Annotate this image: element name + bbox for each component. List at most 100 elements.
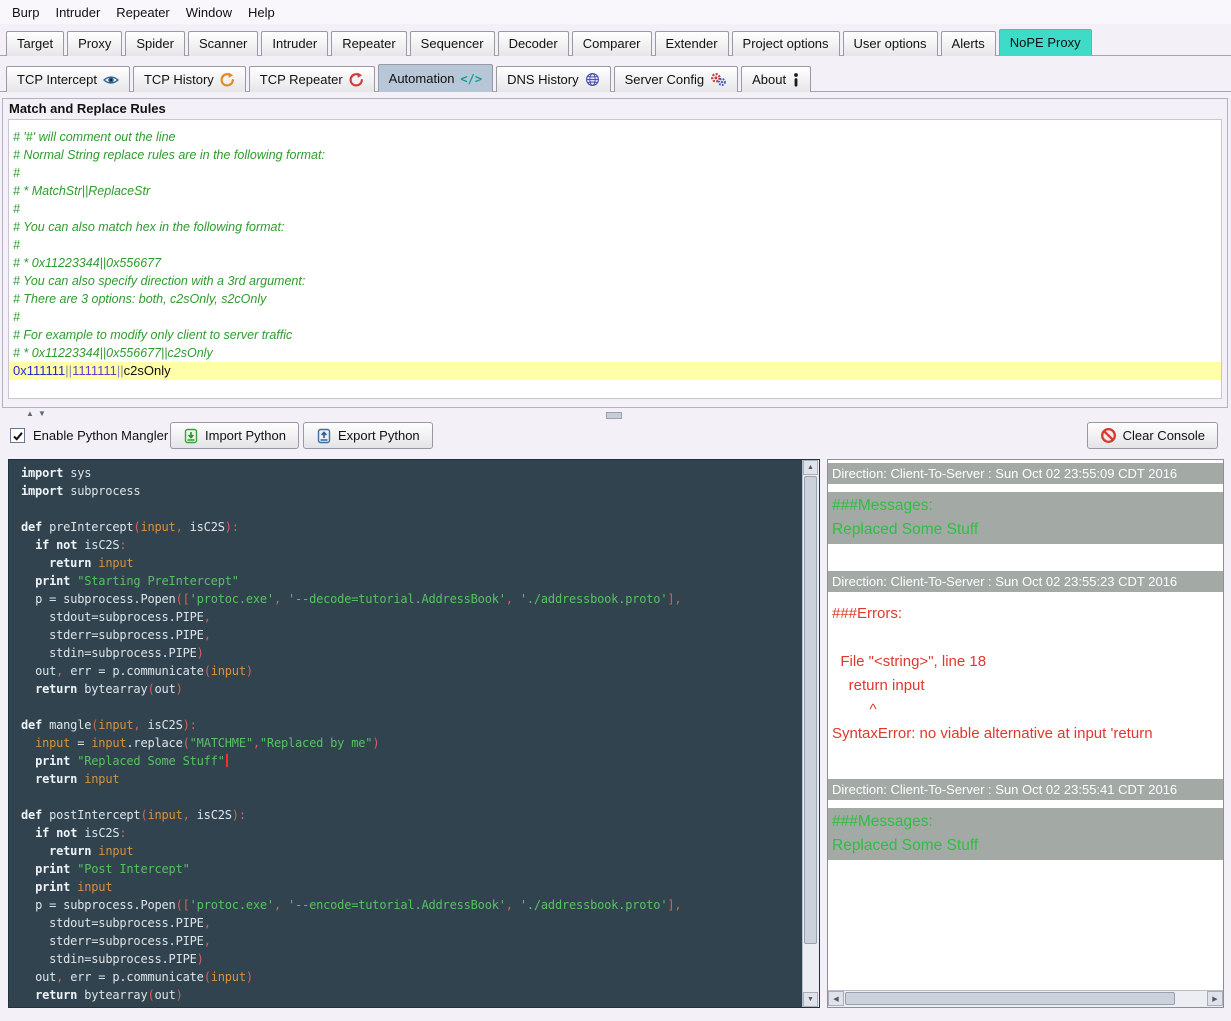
console-message-line: ###Messages:	[832, 497, 933, 514]
menu-item-burp[interactable]: Burp	[4, 3, 47, 22]
splitter-collapse-up-icon[interactable]: ▲	[26, 409, 34, 419]
code-line: def postIntercept(input, isC2S):	[21, 808, 246, 822]
rules-editor[interactable]: # '#' will comment out the line # Normal …	[8, 119, 1222, 399]
console-entries: Direction: Client-To-Server : Sun Oct 02…	[828, 463, 1223, 860]
rule-token: 1111111	[72, 363, 117, 378]
code-line: return input	[35, 772, 120, 786]
subtab-automation[interactable]: Automation </>	[377, 64, 494, 92]
tab-intruder[interactable]: Intruder	[261, 31, 329, 56]
rule-comment-line: # * 0x11223344||0x556677	[13, 256, 162, 270]
subtab-dns-history[interactable]: DNS History	[496, 66, 611, 92]
code-line: import sys	[21, 466, 92, 480]
subtab-label: Server Config	[624, 71, 705, 87]
console-error-line: ###Errors:	[832, 605, 903, 622]
burp-window: Burp Intruder Repeater Window Help Target Pro…	[0, 0, 1231, 1021]
code-line: input = input.replace("MATCHME","Replace…	[35, 736, 380, 750]
subtab-tcp-repeater[interactable]: TCP Repeater	[248, 66, 375, 92]
import-icon	[183, 428, 199, 444]
rule-comment-line: #	[13, 310, 20, 324]
subtab-server-config[interactable]: Server Config	[613, 66, 739, 92]
tab-comparer[interactable]: Comparer	[571, 31, 652, 56]
subtab-label: TCP Repeater	[259, 71, 343, 87]
rule-comment-line: # '#' will comment out the line	[13, 130, 176, 144]
scroll-right-arrow-icon[interactable]: ▶	[1207, 991, 1223, 1006]
import-python-label: Import Python	[205, 428, 286, 443]
enable-python-mangler-checkbox[interactable]	[10, 428, 25, 443]
code-line: import subprocess	[21, 484, 141, 498]
scroll-left-arrow-icon[interactable]: ◀	[828, 991, 844, 1006]
rule-comment-line: # Normal String replace rules are in the…	[13, 148, 325, 162]
splitter-handle[interactable]	[606, 412, 622, 419]
splitter-collapse-down-icon[interactable]: ▼	[38, 409, 46, 419]
code-line: print input	[35, 880, 113, 894]
code-line: def preIntercept(input, isC2S):	[21, 520, 239, 534]
subtab-tcp-history[interactable]: TCP History	[132, 66, 246, 92]
tab-alerts[interactable]: Alerts	[940, 31, 996, 56]
code-lines: import sys import subprocess def preInterc…	[9, 464, 802, 1007]
console-error-block: ###Errors: File "<string>", line 18 retu…	[828, 596, 1223, 752]
export-python-button[interactable]: Export Python	[303, 422, 433, 449]
tab-proxy[interactable]: Proxy	[67, 31, 123, 56]
code-line: stdin=subprocess.PIPE)	[49, 646, 204, 660]
console-direction-header: Direction: Client-To-Server : Sun Oct 02…	[828, 571, 1223, 592]
python-code-editor[interactable]: import sys import subprocess def preInterc…	[8, 459, 820, 1008]
subtab-label: TCP Intercept	[17, 71, 97, 87]
console-horizontal-scrollbar[interactable]: ◀ ▶	[828, 990, 1223, 1007]
code-line: stdin=subprocess.PIPE)	[49, 952, 204, 966]
console-error-line: ^	[832, 701, 877, 718]
scroll-down-arrow-icon[interactable]: ▼	[803, 992, 818, 1007]
rule-comment-line: # You can also match hex in the followin…	[13, 220, 285, 234]
eye-icon	[102, 73, 119, 87]
menu-item-repeater[interactable]: Repeater	[108, 3, 177, 22]
menu-bar: Burp Intruder Repeater Window Help	[0, 0, 1231, 24]
tab-extender[interactable]: Extender	[654, 31, 729, 56]
clear-console-icon	[1100, 427, 1117, 444]
code-line: return bytearray(out)	[35, 682, 183, 696]
console-message-line: Replaced Some Stuff	[832, 837, 979, 854]
clear-console-button[interactable]: Clear Console	[1086, 422, 1218, 449]
subtab-label: About	[752, 71, 787, 87]
code-line: out, err = p.communicate(input)	[35, 970, 253, 984]
rule-comment-line: #	[13, 238, 20, 252]
console-error-line: File "<string>", line 18	[832, 653, 987, 670]
info-icon	[792, 72, 800, 87]
menu-item-intruder[interactable]: Intruder	[47, 3, 108, 22]
tab-nope-proxy[interactable]: NoPE Proxy	[998, 29, 1092, 56]
subtab-about[interactable]: About	[741, 66, 812, 92]
import-python-button[interactable]: Import Python	[170, 422, 299, 449]
menu-item-window[interactable]: Window	[178, 3, 240, 22]
scroll-up-arrow-icon[interactable]: ▲	[803, 460, 818, 475]
tab-project-options[interactable]: Project options	[731, 31, 840, 56]
match-replace-title: Match and Replace Rules	[9, 101, 166, 116]
rule-comment-line: #	[13, 166, 20, 180]
code-line: if not isC2S:	[35, 826, 127, 840]
tab-user-options[interactable]: User options	[842, 31, 938, 56]
tab-sequencer[interactable]: Sequencer	[409, 31, 495, 56]
mangler-toolbar: Enable Python Mangler Import Python Expo…	[0, 420, 1231, 454]
tab-target[interactable]: Target	[6, 31, 65, 56]
console-scrollbar-thumb[interactable]	[845, 992, 1175, 1005]
console-direction-header: Direction: Client-To-Server : Sun Oct 02…	[828, 779, 1223, 800]
code-line: def mangle(input, isC2S):	[21, 718, 197, 732]
menu-item-help[interactable]: Help	[240, 3, 283, 22]
tab-scanner[interactable]: Scanner	[187, 31, 259, 56]
subtab-tcp-intercept[interactable]: TCP Intercept	[6, 66, 130, 92]
code-line: out, err = p.communicate(input)	[35, 664, 253, 678]
tab-decoder[interactable]: Decoder	[497, 31, 569, 56]
console-direction-header: Direction: Client-To-Server : Sun Oct 02…	[828, 463, 1223, 484]
rule-comment-line: # * 0x11223344||0x556677||c2sOnly	[13, 346, 213, 360]
editor-vertical-scrollbar[interactable]: ▲ ▼	[802, 460, 819, 1007]
editor-scrollbar-thumb[interactable]	[804, 476, 817, 944]
globe-icon	[585, 72, 600, 87]
rule-token: c2sOnly	[123, 363, 171, 378]
tab-repeater[interactable]: Repeater	[331, 31, 407, 56]
code-line: if not isC2S:	[35, 538, 127, 552]
recycle-red-icon	[349, 72, 364, 87]
rule-comment-line: # For example to modify only client to s…	[13, 328, 293, 342]
tab-spider[interactable]: Spider	[125, 31, 185, 56]
code-line: p = subprocess.Popen(['protoc.exe', '--e…	[35, 898, 682, 912]
rule-token: ||	[116, 363, 124, 378]
subtab-label: Automation	[388, 70, 455, 86]
